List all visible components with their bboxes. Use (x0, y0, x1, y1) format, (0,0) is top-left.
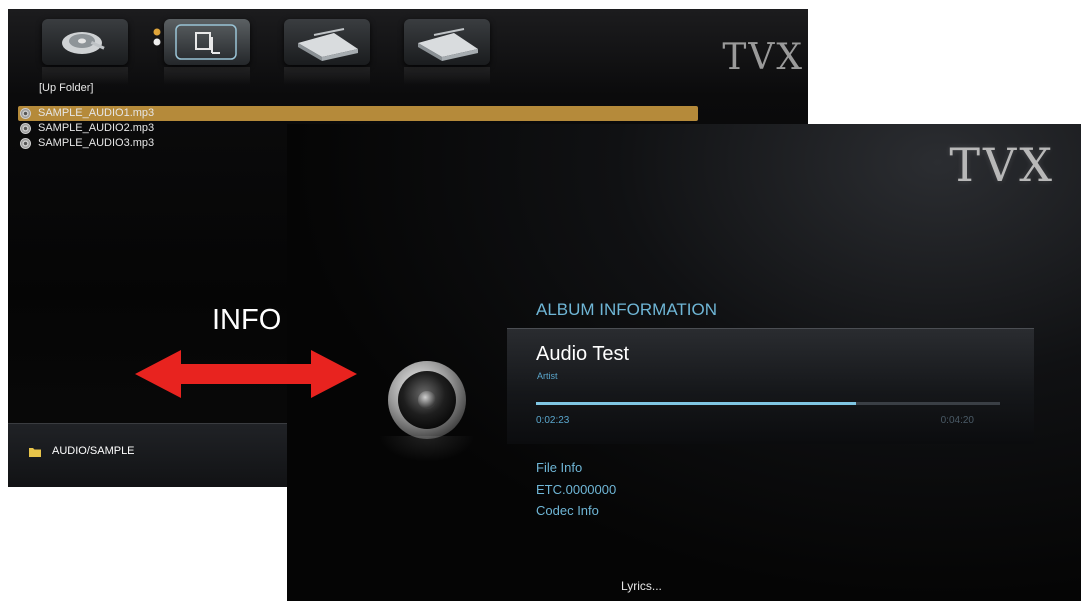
total-time: 0:04:20 (940, 415, 974, 426)
folder-icon (29, 448, 41, 457)
up-folder-link[interactable]: [Up Folder] (39, 82, 93, 94)
file-row-selected[interactable]: SAMPLE_AUDIO1.mp3 (18, 106, 698, 121)
usb-device-icon[interactable] (164, 19, 250, 65)
audio-disc-icon (20, 138, 31, 149)
network-drive-icon[interactable] (284, 19, 370, 65)
file-info-label: File Info (536, 460, 583, 475)
info-callout-label: INFO (212, 304, 282, 336)
tvx-logo: TVX (722, 37, 804, 78)
toolbar-reflection (164, 67, 250, 85)
artist-name: Artist (537, 371, 558, 381)
hard-drive-icon[interactable] (42, 19, 128, 65)
file-name: SAMPLE_AUDIO3.mp3 (38, 137, 155, 149)
progress-fill (536, 402, 857, 405)
current-time: 0:02:23 (536, 415, 570, 426)
track-info-panel: Audio Test Artist 0:02:23 0:04:20 (507, 328, 1034, 444)
tvx-logo: TVX (949, 138, 1055, 192)
network-drive-icon[interactable] (404, 19, 490, 65)
section-title: ALBUM INFORMATION (536, 300, 718, 319)
audio-disc-icon (20, 108, 31, 119)
speaker-reflection (379, 436, 475, 462)
audio-disc-icon (20, 123, 31, 134)
file-name: SAMPLE_AUDIO2.mp3 (38, 122, 155, 134)
etc-label: ETC.0000000 (536, 482, 617, 497)
track-title: Audio Test (536, 343, 630, 365)
lyrics-label[interactable]: Lyrics... (621, 579, 662, 593)
toolbar-reflection (284, 67, 370, 85)
album-info-screen: TVX ALBUM INFORMATION Audio Test Artist … (287, 124, 1081, 601)
progress-bar[interactable] (536, 402, 1000, 405)
file-name: SAMPLE_AUDIO1.mp3 (38, 107, 155, 119)
double-arrow-icon (135, 350, 357, 398)
current-path: AUDIO/SAMPLE (52, 445, 135, 457)
speaker-icon (388, 361, 466, 439)
device-toolbar (34, 15, 514, 85)
codec-info-label: Codec Info (536, 503, 599, 518)
toolbar-reflection (404, 67, 490, 85)
